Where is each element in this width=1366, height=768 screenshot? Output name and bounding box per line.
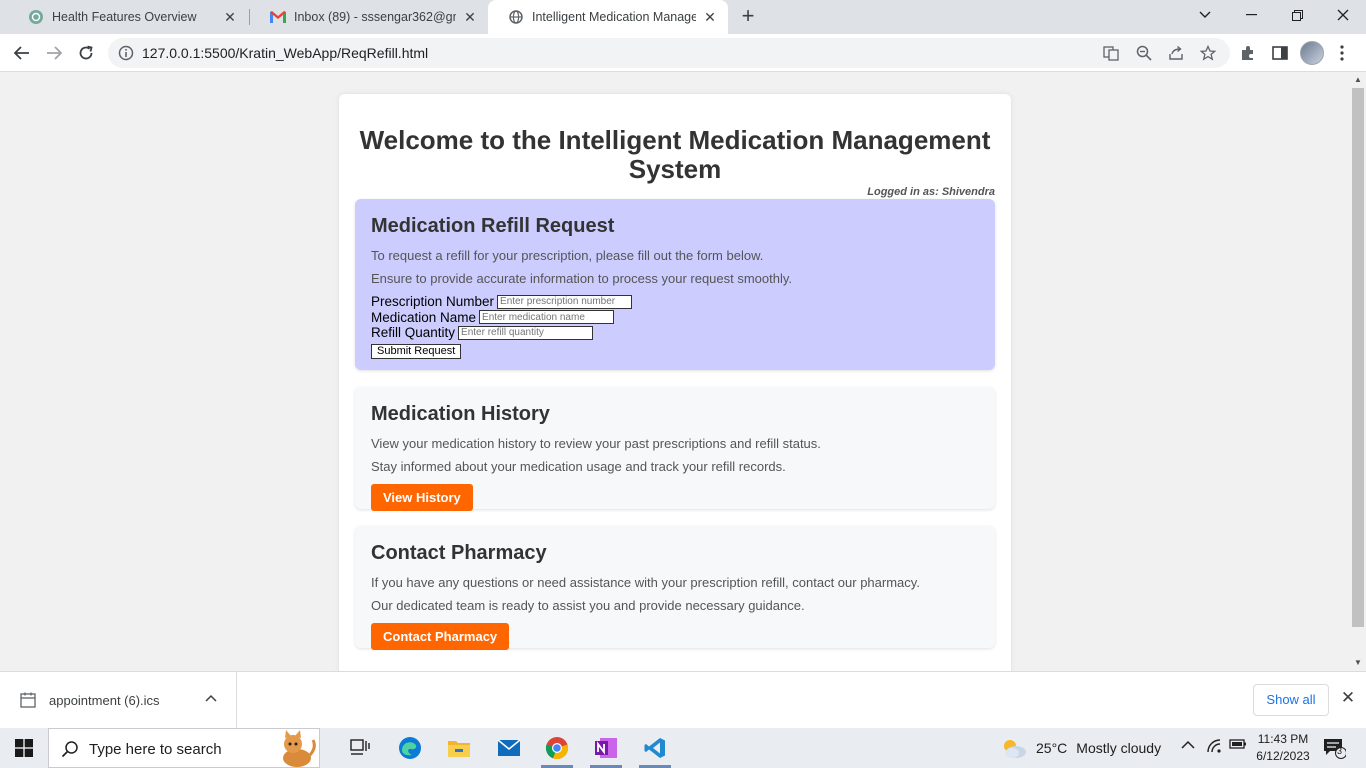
logged-in-label: Logged in as: — [867, 186, 939, 198]
main-container: Welcome to the Intelligent Medication Ma… — [339, 94, 1011, 671]
medication-label: Medication Name — [371, 309, 477, 325]
scroll-down-arrow-icon[interactable]: ▼ — [1353, 658, 1363, 667]
contact-description-1: If you have any questions or need assist… — [371, 575, 920, 590]
quantity-label: Refill Quantity — [371, 325, 456, 341]
battery-icon[interactable] — [1229, 738, 1247, 753]
taskbar-search-box[interactable]: Type here to search — [48, 728, 320, 768]
history-heading: Medication History — [371, 403, 550, 425]
download-item[interactable]: appointment (6).ics — [0, 672, 237, 729]
vscode-icon[interactable] — [635, 732, 675, 768]
forward-arrow-icon[interactable] — [40, 39, 68, 67]
page-scrollbar[interactable]: ▲ ▼ — [1350, 72, 1366, 671]
quantity-row: Refill Quantity — [371, 325, 979, 341]
calendar-file-icon — [20, 692, 36, 708]
download-shelf: appointment (6).ics Show all ✕ — [0, 671, 1366, 729]
windows-start-icon[interactable] — [0, 728, 48, 768]
share-icon[interactable] — [1168, 45, 1184, 61]
close-tab-icon[interactable]: ✕ — [222, 9, 238, 25]
medication-name-input[interactable] — [479, 310, 615, 325]
close-tab-icon[interactable]: ✕ — [462, 9, 478, 25]
zoom-out-icon[interactable] — [1136, 45, 1152, 61]
prescription-row: Prescription Number — [371, 294, 979, 310]
medication-row: Medication Name — [371, 310, 979, 326]
chevron-up-tray-icon[interactable] — [1181, 738, 1195, 753]
profile-avatar[interactable] — [1300, 41, 1324, 65]
clock-date: 6/12/2023 — [1256, 749, 1310, 763]
gmail-icon — [270, 9, 286, 25]
address-bar[interactable]: 127.0.0.1:5500/Kratin_WebApp/ReqRefill.h… — [108, 38, 1230, 68]
chevron-up-icon[interactable] — [205, 690, 217, 705]
task-view-icon[interactable] — [340, 732, 380, 764]
windows-taskbar: Type here to search 25°C Mostly cloudy 1… — [0, 728, 1366, 768]
edge-browser-icon[interactable] — [390, 732, 430, 764]
contact-pharmacy-button[interactable]: Contact Pharmacy — [371, 623, 510, 650]
bookmark-star-icon[interactable] — [1199, 44, 1217, 61]
contact-pharmacy-card: Contact Pharmacy If you have any questio… — [355, 526, 995, 650]
close-download-shelf-icon[interactable]: ✕ — [1338, 688, 1358, 708]
side-panel-icon[interactable] — [1266, 39, 1294, 67]
browser-tab-strip: Health Features Overview ✕ Inbox (89) - … — [0, 0, 1366, 34]
download-file-name: appointment (6).ics — [49, 693, 160, 708]
tab-title: Health Features Overview — [52, 10, 197, 24]
new-tab-icon[interactable]: + — [736, 5, 760, 29]
tab-title: Intelligent Medication Management System — [532, 10, 696, 24]
prescription-number-input[interactable] — [497, 294, 633, 309]
onenote-icon[interactable] — [586, 732, 626, 768]
chatgpt-icon — [28, 9, 44, 25]
page-title: Welcome to the Intelligent Medication Ma… — [359, 125, 991, 184]
scroll-up-arrow-icon[interactable]: ▲ — [1353, 75, 1363, 84]
medication-history-card: Medication History View your medication … — [355, 387, 995, 511]
reload-icon[interactable] — [72, 39, 100, 67]
chrome-taskbar-icon[interactable] — [537, 732, 577, 768]
minimize-icon[interactable] — [1228, 0, 1274, 30]
close-window-icon[interactable] — [1320, 0, 1366, 30]
notification-count: 3 — [1337, 746, 1343, 756]
page-viewport: Welcome to the Intelligent Medication Ma… — [0, 72, 1350, 671]
history-description-1: View your medication history to review y… — [371, 436, 821, 451]
refill-heading: Medication Refill Request — [371, 215, 615, 237]
notification-center-icon[interactable]: 3 — [1322, 737, 1347, 759]
globe-icon — [508, 9, 524, 25]
search-placeholder: Type here to search — [89, 741, 222, 758]
refill-request-card: Medication Refill Request To request a r… — [355, 199, 995, 370]
close-tab-icon[interactable]: ✕ — [702, 9, 718, 25]
weather-widget[interactable]: 25°C Mostly cloudy — [1000, 736, 1161, 760]
file-explorer-icon[interactable] — [439, 732, 479, 764]
tab-medication-management[interactable]: Intelligent Medication Management System… — [488, 0, 728, 34]
extensions-puzzle-icon[interactable] — [1234, 39, 1262, 67]
view-history-button[interactable]: View History — [371, 484, 473, 511]
translate-icon[interactable] — [1103, 45, 1119, 61]
logged-in-user: Shivendra — [941, 186, 995, 198]
more-menu-icon[interactable] — [1328, 39, 1356, 67]
show-all-downloads-button[interactable]: Show all — [1253, 684, 1329, 716]
back-arrow-icon[interactable] — [8, 39, 36, 67]
clock-time: 11:43 PM — [1257, 732, 1309, 746]
cat-illustration-icon — [273, 730, 319, 768]
mail-icon[interactable] — [489, 732, 529, 764]
restore-icon[interactable] — [1274, 0, 1320, 30]
history-description-2: Stay informed about your medication usag… — [371, 459, 786, 474]
network-icon[interactable] — [1206, 738, 1222, 757]
system-clock[interactable]: 11:43 PM 6/12/2023 — [1253, 731, 1313, 765]
browser-toolbar: 127.0.0.1:5500/Kratin_WebApp/ReqRefill.h… — [0, 34, 1366, 72]
refill-description-2: Ensure to provide accurate information t… — [371, 271, 793, 286]
weather-condition: Mostly cloudy — [1076, 740, 1162, 756]
weather-temperature: 25°C — [1036, 740, 1068, 756]
tab-title: Inbox (89) - sssengar362@gmail.com — [294, 10, 456, 24]
site-info-icon[interactable] — [118, 45, 134, 61]
refill-quantity-input[interactable] — [458, 325, 594, 340]
contact-description-2: Our dedicated team is ready to assist yo… — [371, 598, 805, 613]
search-icon — [61, 740, 79, 758]
scrollbar-thumb[interactable] — [1352, 88, 1364, 627]
tab-gmail-inbox[interactable]: Inbox (89) - sssengar362@gmail.com ✕ — [250, 0, 488, 34]
url-text: 127.0.0.1:5500/Kratin_WebApp/ReqRefill.h… — [142, 45, 429, 61]
submit-request-button[interactable]: Submit Request — [371, 343, 462, 359]
logged-in-status: Logged in as: Shivendra — [867, 186, 995, 198]
refill-description-1: To request a refill for your prescriptio… — [371, 248, 764, 263]
contact-heading: Contact Pharmacy — [371, 542, 547, 564]
cloudy-weather-icon — [1000, 737, 1028, 759]
prescription-label: Prescription Number — [371, 294, 495, 310]
tab-search-chevron-icon[interactable] — [1182, 0, 1228, 30]
tab-health-features[interactable]: Health Features Overview ✕ — [8, 0, 248, 34]
